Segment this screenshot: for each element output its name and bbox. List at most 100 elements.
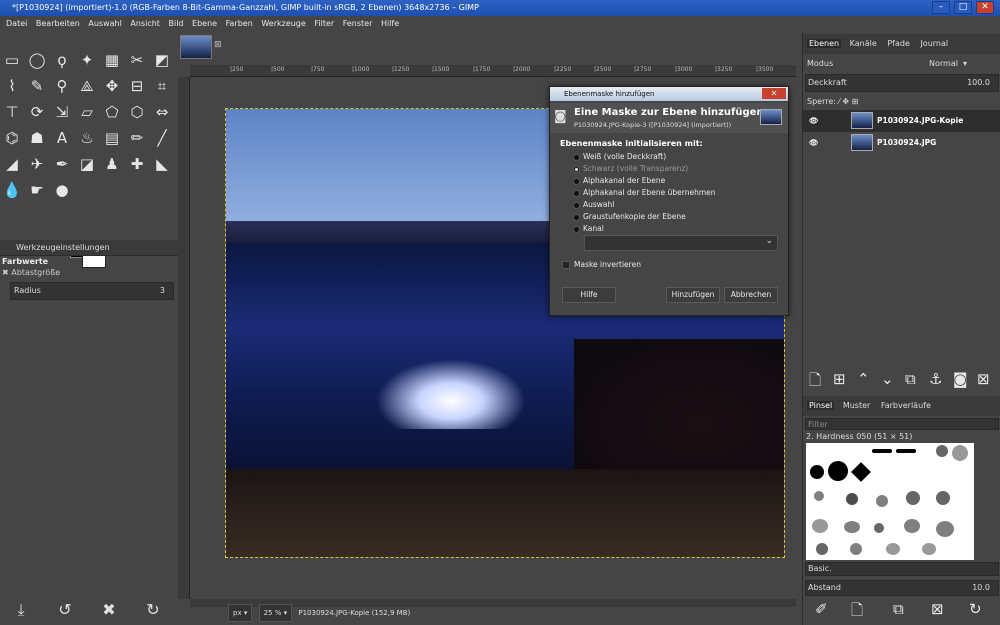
unified-transform-tool-icon[interactable]: ⊤ [2, 102, 22, 122]
fuzzy-select-tool-icon[interactable]: ✦ [77, 50, 97, 70]
menu-ansicht[interactable]: Ansicht [130, 19, 160, 28]
lock-pixels-icon[interactable]: ⁄ ✥ ⊞ [839, 97, 859, 106]
close-window-button[interactable]: ✕ [976, 1, 994, 14]
perspective-tool-icon[interactable]: ⬠ [102, 102, 122, 122]
tab-farbverlaeufe[interactable]: Farbverläufe [879, 401, 933, 410]
3d-transform-tool-icon[interactable]: ⬡ [127, 102, 147, 122]
free-select-tool-icon[interactable]: ϙ [52, 50, 72, 70]
option-selection-radio[interactable] [573, 202, 580, 209]
brush-preview[interactable] [810, 465, 824, 479]
duplicate-brush-icon[interactable]: ⧉ [893, 600, 904, 618]
menu-fenster[interactable]: Fenster [343, 19, 373, 28]
radius-field[interactable]: Radius 3 [10, 282, 174, 300]
airbrush-tool-icon[interactable]: ✈ [27, 154, 47, 174]
gradient-tool-icon[interactable]: ▤ [102, 128, 122, 148]
option-grayscale-radio[interactable] [573, 214, 580, 221]
brush-preview[interactable] [886, 543, 900, 555]
ink-tool-icon[interactable]: ✒ [52, 154, 72, 174]
tab-pfade[interactable]: Pfade [885, 39, 912, 48]
brush-preview[interactable] [936, 445, 948, 457]
vertical-ruler[interactable] [178, 77, 190, 599]
tab-kanaele[interactable]: Kanäle [848, 39, 879, 48]
shear-tool-icon[interactable]: ▱ [77, 102, 97, 122]
layer-row[interactable]: 👁 P1030924.JPG-Kopie [803, 110, 1000, 132]
color-select-tool-icon[interactable]: ▦ [102, 50, 122, 70]
zoom-tool-icon[interactable]: ⚲ [52, 76, 72, 96]
tab-ebenen[interactable]: Ebenen [807, 39, 842, 48]
brush-grid[interactable] [806, 443, 974, 560]
delete-tool-preset-icon[interactable]: ✖ [98, 600, 120, 619]
horizontal-ruler[interactable]: |250 |500 |750 |1000 |1250 |1500 |1750 |2000 |22… [190, 65, 796, 77]
brush-preview[interactable] [874, 523, 884, 533]
blur-tool-icon[interactable]: 💧 [2, 180, 22, 200]
edit-brush-icon[interactable]: ✐ [815, 600, 828, 618]
brush-preview[interactable] [844, 521, 860, 533]
heal-tool-icon[interactable]: ✚ [127, 154, 147, 174]
restore-tool-preset-icon[interactable]: ↺ [54, 600, 76, 619]
move-tool-icon[interactable]: ✥ [102, 76, 122, 96]
align-tool-icon[interactable]: ⊟ [127, 76, 147, 96]
anchor-layer-icon[interactable]: ⚓ [929, 370, 942, 388]
scissors-tool-icon[interactable]: ✂ [127, 50, 147, 70]
eye-icon[interactable]: 👁 [809, 132, 819, 154]
new-layer-group-icon[interactable]: ⊞ [833, 370, 846, 388]
save-tool-preset-icon[interactable]: ⤓ [10, 600, 32, 620]
measure-tool-icon[interactable]: ⟁ [77, 76, 97, 96]
new-brush-icon[interactable]: 🗋 [851, 600, 863, 625]
tab-pinsel[interactable]: Pinsel [807, 401, 835, 410]
invert-mask-checkbox[interactable] [562, 261, 570, 269]
dodge-burn-tool-icon[interactable]: ● [52, 180, 72, 200]
clone-tool-icon[interactable]: ♟ [102, 154, 122, 174]
brush-preview[interactable] [846, 493, 858, 505]
channel-select[interactable]: ⌄ [584, 235, 778, 251]
option-white-radio[interactable] [573, 154, 580, 161]
menu-bild[interactable]: Bild [168, 19, 183, 28]
warp-transform-tool-icon[interactable]: ☗ [27, 128, 47, 148]
option-transfer-alpha-radio[interactable] [573, 190, 580, 197]
zoom-select[interactable]: 25 % ▾ [258, 604, 293, 622]
brush-preview[interactable] [872, 449, 892, 453]
brush-preview[interactable] [814, 491, 824, 501]
brush-preview[interactable] [876, 495, 888, 507]
pencil-tool-icon[interactable]: ✏ [127, 128, 147, 148]
smudge-tool-icon[interactable]: ☛ [27, 180, 47, 200]
menu-filter[interactable]: Filter [314, 19, 334, 28]
flip-tool-icon[interactable]: ⇔ [152, 102, 172, 122]
brush-filter-input[interactable]: Filter [805, 418, 999, 430]
option-channel-radio[interactable] [573, 226, 580, 233]
brush-preview[interactable] [850, 543, 862, 555]
menu-datei[interactable]: Datei [6, 19, 27, 28]
reset-tool-options-icon[interactable]: ↻ [142, 600, 164, 619]
cage-transform-tool-icon[interactable]: ⌬ [2, 128, 22, 148]
crop-tool-icon[interactable]: ⌗ [152, 76, 172, 96]
mode-row[interactable]: Modus Normal ▾ [803, 56, 1000, 72]
eraser-tool-icon[interactable]: ◢ [2, 154, 22, 174]
paintbrush-tool-icon[interactable]: ╱ [152, 128, 172, 148]
menu-werkzeuge[interactable]: Werkzeuge [261, 19, 305, 28]
add-button[interactable]: Hinzufügen [666, 287, 720, 303]
delete-layer-icon[interactable]: ⊠ [977, 370, 990, 388]
option-black-radio[interactable] [573, 166, 580, 173]
spacing-field[interactable]: Abstand 10.0 [805, 580, 999, 596]
ellipse-select-tool-icon[interactable]: ◯ [27, 50, 47, 70]
brush-preview[interactable] [851, 462, 871, 482]
close-image-tab-icon[interactable]: ⊠ [214, 40, 222, 50]
mask-layer-icon[interactable]: ◙ [953, 370, 968, 388]
brush-preset-select[interactable]: Basic. [805, 562, 999, 576]
menu-ebene[interactable]: Ebene [192, 19, 217, 28]
maximize-button[interactable]: □ [954, 1, 972, 14]
brush-preview[interactable] [828, 461, 848, 481]
brush-preview[interactable] [906, 491, 920, 505]
brush-preview[interactable] [816, 543, 828, 555]
unit-select[interactable]: px ▾ [228, 604, 253, 622]
rotate-tool-icon[interactable]: ⟳ [27, 102, 47, 122]
eye-icon[interactable]: 👁 [809, 110, 819, 132]
cancel-button[interactable]: Abbrechen [724, 287, 778, 303]
delete-brush-icon[interactable]: ⊠ [931, 600, 944, 618]
layer-row[interactable]: 👁 P1030924.JPG [803, 132, 1000, 154]
duplicate-layer-icon[interactable]: ⧉ [905, 370, 916, 388]
mypaint-brush-tool-icon[interactable]: ◪ [77, 154, 97, 174]
option-alpha-radio[interactable] [573, 178, 580, 185]
menu-farben[interactable]: Farben [226, 19, 253, 28]
dialog-close-button[interactable]: ✕ [762, 88, 786, 99]
